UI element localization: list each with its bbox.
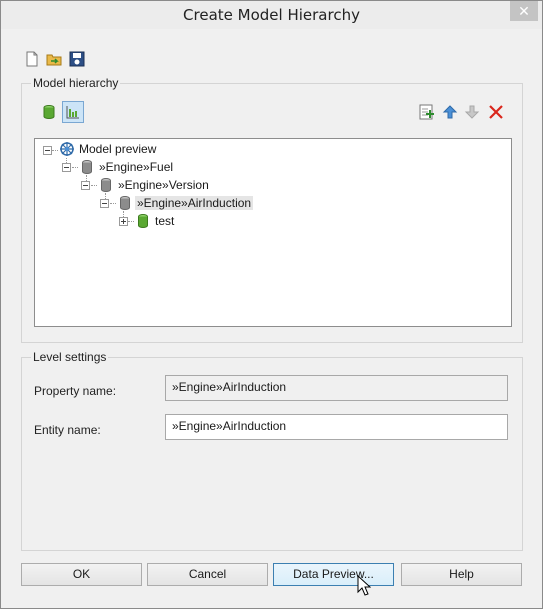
move-down-icon[interactable]	[464, 104, 480, 120]
move-up-icon[interactable]	[442, 104, 458, 120]
model-preview-icon	[60, 142, 74, 156]
tree-node-engine-fuel[interactable]: »Engine»Fuel	[79, 159, 175, 175]
collapse-toggle-version[interactable]	[81, 181, 90, 190]
tree-node-label: »Engine»AirInduction	[135, 196, 254, 210]
collapse-toggle-airinduction[interactable]	[100, 199, 109, 208]
add-level-icon[interactable]	[419, 104, 435, 120]
entity-name-field[interactable]: »Engine»AirInduction	[165, 414, 508, 440]
hierarchy-view-icon	[66, 106, 79, 119]
ok-button[interactable]: OK	[21, 563, 142, 586]
new-file-icon[interactable]	[24, 51, 40, 67]
tree-node-engine-airinduction[interactable]: »Engine»AirInduction	[117, 195, 254, 211]
tree-node-label: Model preview	[79, 142, 157, 156]
model-hierarchy-tree[interactable]: Model preview »Engine»Fuel »Engine»Versi…	[34, 138, 512, 327]
expand-toggle-test[interactable]	[119, 217, 128, 226]
tree-node-label: »Engine»Version	[118, 178, 209, 192]
help-button[interactable]: Help	[401, 563, 522, 586]
cancel-button[interactable]: Cancel	[147, 563, 268, 586]
close-button[interactable]: ✕	[510, 1, 538, 21]
entity-name-label: Entity name:	[34, 423, 101, 437]
save-icon[interactable]	[69, 51, 85, 67]
database-gray-icon	[120, 196, 130, 211]
open-folder-icon[interactable]	[46, 51, 62, 67]
property-name-label: Property name:	[34, 384, 117, 398]
data-preview-button[interactable]: Data Preview...	[273, 563, 394, 586]
database-green-icon	[138, 214, 148, 229]
hierarchy-view-toggle[interactable]	[62, 101, 84, 123]
delete-icon[interactable]	[488, 104, 504, 120]
database-gray-icon	[82, 160, 92, 175]
mouse-cursor-icon	[357, 575, 371, 596]
tree-node-model-preview[interactable]: Model preview	[59, 141, 158, 157]
tree-node-engine-version[interactable]: »Engine»Version	[98, 177, 211, 193]
model-hierarchy-label: Model hierarchy	[31, 76, 121, 90]
collapse-toggle-fuel[interactable]	[62, 163, 71, 172]
create-model-hierarchy-dialog: Create Model Hierarchy ✕ Model hierarchy	[0, 0, 543, 609]
tree-node-test[interactable]: test	[135, 213, 176, 229]
entity-icon[interactable]	[41, 104, 57, 120]
database-gray-icon	[101, 178, 111, 193]
property-name-field: »Engine»AirInduction	[165, 375, 508, 401]
title-bar[interactable]: Create Model Hierarchy ✕	[1, 1, 542, 29]
collapse-toggle-root[interactable]	[43, 146, 52, 155]
tree-node-label: test	[155, 214, 175, 228]
level-settings-label: Level settings	[31, 350, 109, 364]
dialog-title: Create Model Hierarchy	[183, 6, 360, 24]
tree-node-label: »Engine»Fuel	[99, 160, 174, 174]
